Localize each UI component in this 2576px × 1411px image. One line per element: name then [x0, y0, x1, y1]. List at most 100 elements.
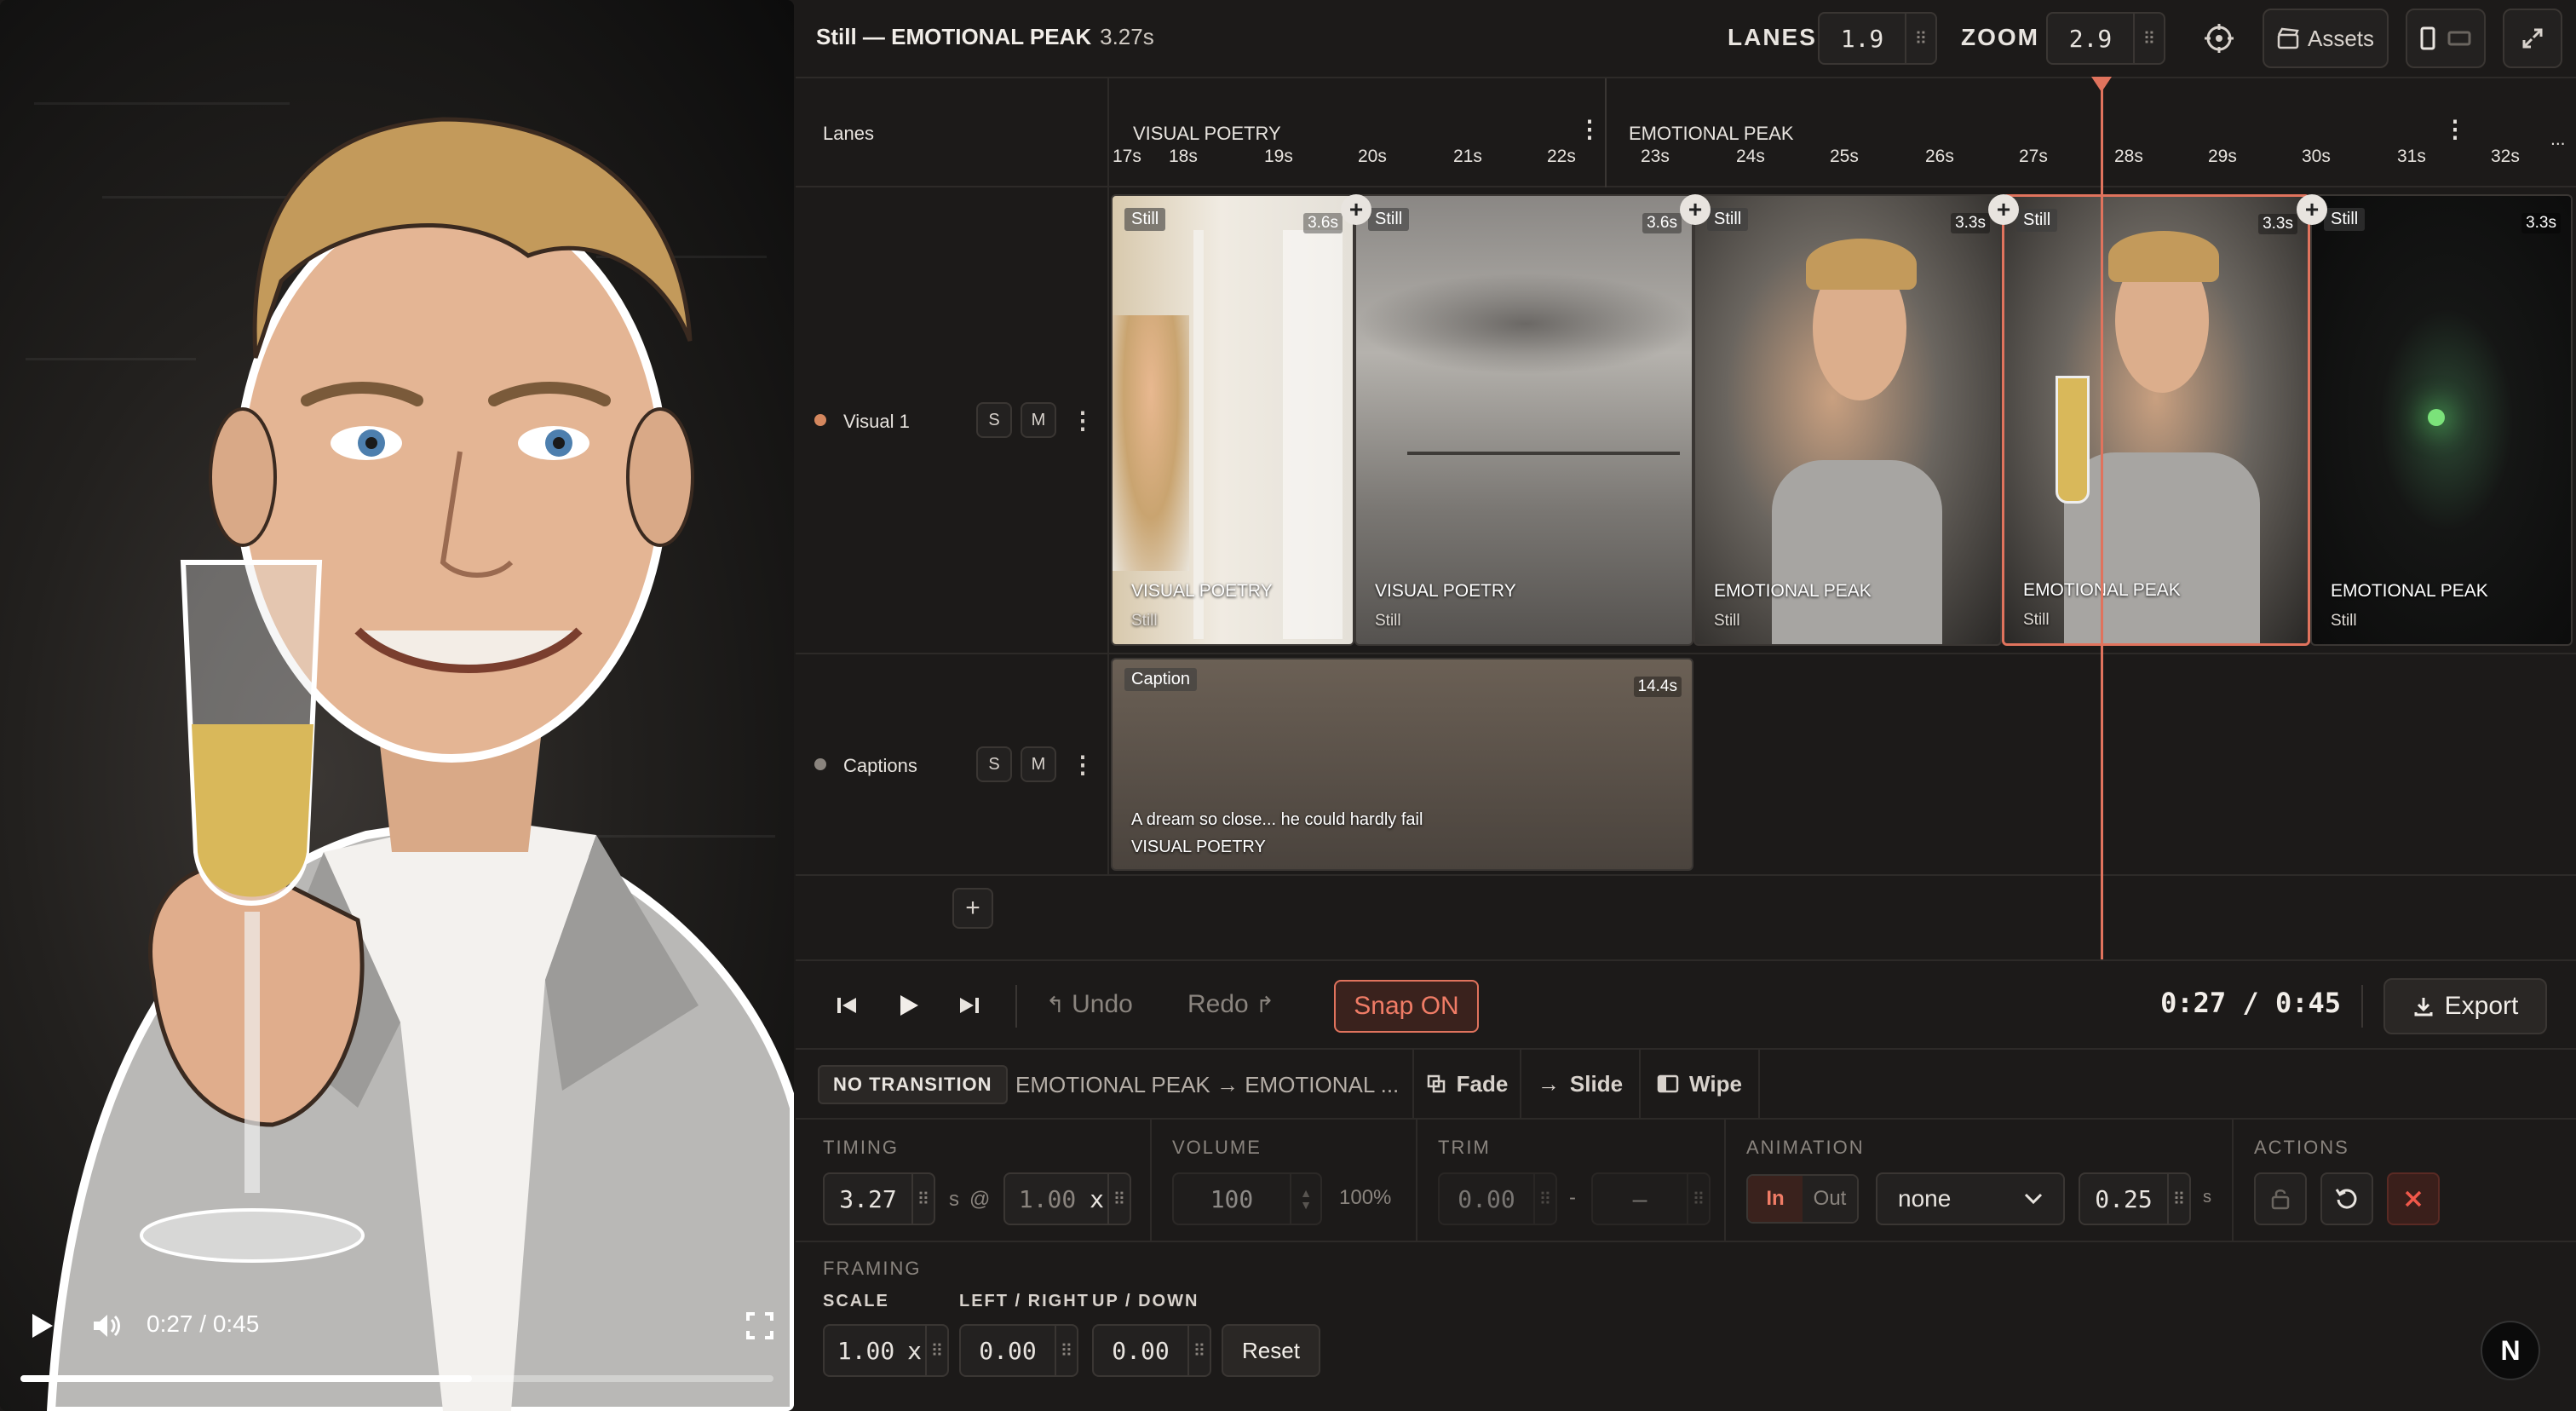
mute-button[interactable]: M — [1021, 402, 1056, 438]
trim-in-input[interactable]: 0.00 ⠿ — [1438, 1172, 1557, 1225]
play-icon — [900, 995, 918, 1016]
add-transition-button[interactable]: + — [1988, 194, 2019, 225]
timing-input[interactable]: 3.27 ⠿ — [823, 1172, 935, 1225]
timeline-clip[interactable]: Still 3.6s VISUAL POETRY Still — [1111, 194, 1354, 646]
chevron-down-icon — [2024, 1193, 2043, 1205]
volume-button[interactable] — [83, 1304, 128, 1348]
section-menu-icon[interactable]: ⋮ — [2443, 118, 2467, 141]
lanes-input[interactable]: 1.9 ⠿ — [1818, 12, 1937, 65]
solo-button[interactable]: S — [976, 402, 1012, 438]
lane-menu-icon[interactable]: ⋮ — [1065, 402, 1101, 438]
undo-button[interactable]: ↰ Undo — [1046, 990, 1133, 1019]
fade-icon — [1427, 1074, 1445, 1093]
caption-clip[interactable]: Caption 14.4s A dream so close... he cou… — [1111, 658, 1693, 871]
tick-label: 30s — [2302, 147, 2331, 166]
slide-transition-button[interactable]: → Slide — [1520, 1050, 1639, 1118]
playhead[interactable] — [2091, 77, 2112, 959]
lane-name: Visual 1 — [843, 411, 910, 432]
lanes-header: Lanes — [796, 78, 1109, 187]
tick-label: 27s — [2019, 147, 2048, 166]
time-ruler[interactable]: VISUAL POETRY ⋮ EMOTIONAL PEAK ⋮ 17s 18s… — [1109, 78, 2576, 187]
trim-out-input[interactable]: — ⠿ — [1591, 1172, 1711, 1225]
volume-input[interactable]: 100 ▲ ▼ — [1172, 1172, 1322, 1225]
skip-back-button[interactable] — [830, 988, 864, 1022]
preview-progress-bar[interactable] — [20, 1375, 773, 1382]
lanes-label: LANES — [1728, 24, 1817, 50]
lane-visual[interactable]: Still 3.6s VISUAL POETRY Still Still 3.6… — [1109, 187, 2576, 654]
add-transition-button[interactable]: + — [1680, 194, 1711, 225]
left-right-label: LEFT / RIGHT — [959, 1292, 1090, 1310]
animation-select[interactable]: none — [1876, 1172, 2065, 1225]
lane-menu-icon[interactable]: ⋮ — [1065, 746, 1101, 782]
clip-duration: 3.3s — [2258, 214, 2297, 234]
scale-input[interactable]: 1.00 x ⠿ — [823, 1324, 949, 1377]
reset-framing-button[interactable]: Reset — [1222, 1324, 1320, 1377]
clapperboard-icon — [2277, 27, 2299, 49]
preview-progress-fill — [20, 1375, 473, 1382]
redo-button[interactable]: Redo ↱ — [1187, 990, 1274, 1019]
skip-forward-button[interactable] — [952, 988, 986, 1022]
assets-button[interactable]: Assets — [2263, 9, 2389, 68]
fade-transition-button[interactable]: Fade — [1412, 1050, 1520, 1118]
timeline[interactable]: Lanes VISUAL POETRY ⋮ EMOTIONAL PEAK ⋮ 1… — [796, 77, 2576, 959]
add-lane-button[interactable]: + — [952, 888, 993, 929]
delete-clip-button[interactable] — [2387, 1172, 2440, 1225]
volume-label: VOLUME — [1172, 1137, 1262, 1158]
up-down-label: UP / DOWN — [1092, 1292, 1199, 1310]
app-logo-badge[interactable]: N — [2481, 1321, 2540, 1380]
clip-duration: 3.3s — [1951, 213, 1990, 233]
clip-name: VISUAL POETRY — [1375, 581, 1516, 601]
clip-badge: Still — [1707, 208, 1749, 231]
play-pause-button[interactable] — [889, 987, 927, 1024]
no-transition-button[interactable]: NO TRANSITION — [818, 1065, 1008, 1104]
clip-duration: 3.3s — [2521, 213, 2561, 233]
clip-badge: Still — [1368, 208, 1410, 231]
clip-badge: Caption — [1124, 668, 1197, 691]
snap-toggle[interactable]: Snap ON — [1334, 980, 1479, 1033]
framing-label: FRAMING — [823, 1258, 922, 1279]
section-menu-icon[interactable]: ⋮ — [1578, 118, 1601, 141]
transitions-bar: NO TRANSITION EMOTIONAL PEAK → EMOTIONAL… — [796, 1050, 2576, 1120]
locate-button[interactable] — [2193, 12, 2245, 65]
speed-input[interactable]: 1.00 x ⠿ — [1003, 1172, 1131, 1225]
left-right-input[interactable]: 0.00 ⠿ — [959, 1324, 1078, 1377]
animation-in-tab[interactable]: In — [1748, 1176, 1803, 1222]
up-down-input[interactable]: 0.00 ⠿ — [1092, 1324, 1211, 1377]
play-button[interactable] — [19, 1304, 63, 1348]
skip-back-icon — [837, 998, 856, 1013]
animation-in-out-toggle[interactable]: In Out — [1746, 1174, 1859, 1224]
animation-duration-input[interactable]: 0.25 ⠿ — [2079, 1172, 2191, 1225]
add-transition-button[interactable]: + — [1341, 194, 1371, 225]
add-transition-button[interactable]: + — [2297, 194, 2327, 225]
lock-button[interactable] — [2254, 1172, 2307, 1225]
timeline-clip[interactable]: Still 3.3s EMOTIONAL PEAK Still — [2310, 194, 2573, 646]
clip-badge: Still — [2324, 208, 2366, 231]
reset-clip-button[interactable] — [2320, 1172, 2373, 1225]
timeline-clip[interactable]: Still 3.3s EMOTIONAL PEAK Still — [1693, 194, 2002, 646]
wipe-transition-button[interactable]: Wipe — [1639, 1050, 1760, 1118]
zoom-input[interactable]: 2.9 ⠿ — [2046, 12, 2165, 65]
ruler-more[interactable]: ... — [2550, 130, 2566, 150]
export-button[interactable]: Export — [2383, 978, 2547, 1034]
layout-toggle[interactable] — [2406, 9, 2486, 68]
timeline-clip-selected[interactable]: Still 3.3s EMOTIONAL PEAK Still — [2002, 194, 2310, 646]
expand-button[interactable] — [2503, 9, 2562, 68]
properties-panel: TIMING 3.27 ⠿ s @ 1.00 x ⠿ VOLUME 100 ▲ ▼ 100… — [796, 1120, 2576, 1411]
trim-label: TRIM — [1438, 1137, 1491, 1158]
clip-duration: 3.6s — [1642, 213, 1682, 233]
play-icon — [32, 1314, 53, 1338]
fullscreen-button[interactable] — [738, 1304, 782, 1348]
tick-label: 31s — [2397, 147, 2426, 166]
animation-out-tab[interactable]: Out — [1803, 1176, 1857, 1222]
preview-time: 0:27 / 0:45 — [147, 1310, 260, 1337]
video-preview[interactable]: 0:27 / 0:45 — [0, 0, 794, 1411]
lane-captions[interactable]: Caption 14.4s A dream so close... he cou… — [1109, 654, 2576, 876]
portrait-layout-icon[interactable] — [2420, 26, 2435, 50]
mute-button[interactable]: M — [1021, 746, 1056, 782]
landscape-layout-icon[interactable] — [2447, 31, 2471, 46]
timeline-clip[interactable]: Still 3.6s VISUAL POETRY Still — [1354, 194, 1693, 646]
solo-button[interactable]: S — [976, 746, 1012, 782]
close-icon — [2405, 1190, 2422, 1207]
clip-kind: Still — [1375, 612, 1401, 630]
transition-description: EMOTIONAL PEAK → EMOTIONAL ... — [1015, 1072, 1400, 1097]
